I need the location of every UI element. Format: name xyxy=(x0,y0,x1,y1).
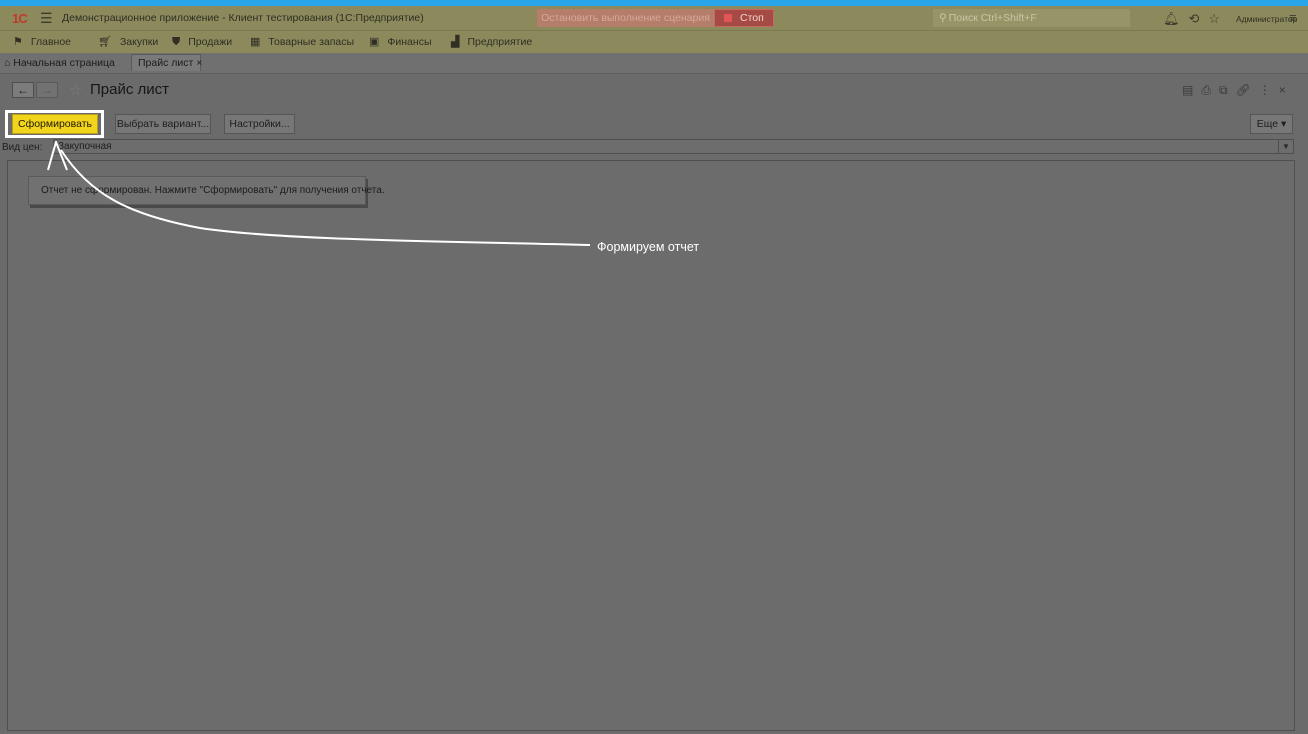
window-title: Демонстрационное приложение - Клиент тес… xyxy=(62,12,424,24)
section-sales[interactable]: ⛊ Продажи xyxy=(172,31,232,53)
stop-scenario-message: Остановить выполнение сценария xyxy=(537,9,714,27)
form-toolbar-icons: ▤ ⎙ ⧉ 🔗︎ ⋮ × xyxy=(1182,83,1294,98)
more-button[interactable]: Еще ▾ xyxy=(1250,114,1293,134)
link-icon[interactable]: 🔗︎ xyxy=(1236,83,1251,97)
stop-icon xyxy=(724,14,732,22)
close-tab-icon[interactable]: × xyxy=(196,57,202,69)
factory-icon: ▟ xyxy=(451,36,460,48)
back-button[interactable]: ← xyxy=(12,82,34,98)
search-icon: ⚲ xyxy=(939,12,947,24)
section-purchases[interactable]: 🛒︎ Закупки xyxy=(98,31,158,53)
price-type-value: Закупочная xyxy=(58,141,112,152)
section-inventory[interactable]: ▦ Товарные запасы xyxy=(250,31,354,53)
history-icon[interactable]: ⟲ xyxy=(1189,11,1200,26)
star-icon[interactable]: ☆ xyxy=(1208,11,1220,26)
flag-icon: ⚑ xyxy=(13,36,23,48)
print-icon[interactable]: ⎙ xyxy=(1201,83,1211,97)
search-placeholder: Поиск Ctrl+Shift+F xyxy=(948,12,1037,24)
bell-icon[interactable]: 🔔︎ xyxy=(1163,11,1180,26)
price-type-field[interactable]: Закупочная ▼ xyxy=(53,139,1294,154)
dropdown-icon[interactable]: ▼ xyxy=(1278,140,1293,153)
cart-icon: 🛒︎ xyxy=(98,36,112,48)
titlebar-icons: 🔔︎ ⟲ ☆ xyxy=(1163,11,1229,27)
home-icon: ⌂ xyxy=(4,57,11,69)
stop-button[interactable]: Стоп xyxy=(714,9,774,27)
select-variant-button[interactable]: Выбрать вариант... xyxy=(115,114,211,134)
open-tabs-bar: ⌂ Начальная страница Прайс лист × xyxy=(0,53,1308,74)
price-type-label: Вид цен: xyxy=(2,142,43,153)
chevron-down-icon: ▾ xyxy=(1281,118,1287,130)
main-menu-icon[interactable]: ☰ xyxy=(40,10,53,27)
grid-icon: ▦ xyxy=(250,36,261,48)
forward-button[interactable]: → xyxy=(36,82,58,98)
settings-button[interactable]: Настройки... xyxy=(224,114,295,134)
section-finance[interactable]: ▣ Финансы xyxy=(369,31,432,53)
finance-icon: ▣ xyxy=(369,36,380,48)
save-icon[interactable]: ▤ xyxy=(1182,83,1193,97)
more-icon[interactable]: ⋮ xyxy=(1259,83,1271,97)
callout-text: Формируем отчет xyxy=(597,240,700,254)
preview-icon[interactable]: ⧉ xyxy=(1219,83,1228,97)
report-status-message: Отчет не сформирован. Нажмите "Сформиров… xyxy=(28,176,385,205)
global-search-input[interactable]: ⚲ Поиск Ctrl+Shift+F xyxy=(933,9,1130,27)
generate-button[interactable]: Сформировать xyxy=(12,114,98,134)
tab-home[interactable]: ⌂ Начальная страница xyxy=(4,55,115,71)
tab-price-list[interactable]: Прайс лист × xyxy=(131,54,202,71)
close-icon[interactable]: × xyxy=(1279,83,1286,97)
page-title: Прайс лист xyxy=(90,81,170,98)
section-main[interactable]: ⚑ Главное xyxy=(13,31,71,53)
settings-menu-icon[interactable]: ≡ xyxy=(1289,10,1297,25)
title-bar: 1С ☰ Демонстрационное приложение - Клиен… xyxy=(0,6,1308,30)
section-enterprise[interactable]: ▟ Предприятие xyxy=(451,31,532,53)
app-logo: 1С xyxy=(12,11,28,26)
stop-button-label: Стоп xyxy=(740,12,764,24)
sections-bar: ⚑ Главное 🛒︎ Закупки ⛊ Продажи ▦ Товарные за… xyxy=(0,30,1308,53)
bag-icon: ⛊ xyxy=(172,36,181,48)
favorite-star-icon[interactable]: ☆ xyxy=(69,81,82,99)
